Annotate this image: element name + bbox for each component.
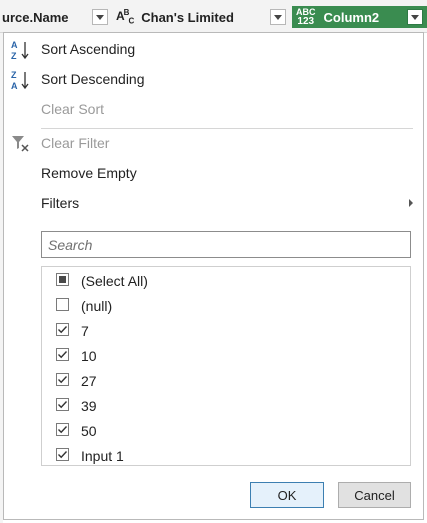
column-header-column2[interactable]: ABC 123 Column2 xyxy=(292,6,427,28)
list-item-label: Input 1 xyxy=(81,447,124,464)
list-item-label: (null) xyxy=(81,297,113,314)
list-item[interactable]: 50 xyxy=(42,418,410,443)
checkbox[interactable] xyxy=(56,448,69,461)
list-item[interactable]: 39 xyxy=(42,393,410,418)
column-header-source-name[interactable]: urce.Name xyxy=(0,6,112,28)
filters-submenu-item[interactable]: Filters xyxy=(4,189,423,217)
type-icon-bottom: 123 xyxy=(297,16,315,27)
list-item[interactable]: 27 xyxy=(42,368,410,393)
sort-ascending-item[interactable]: A Z Sort Ascending xyxy=(4,35,423,63)
svg-text:Z: Z xyxy=(11,51,17,61)
chevron-down-icon xyxy=(411,14,419,20)
checkmark-icon xyxy=(58,326,68,334)
filter-dropdown-button[interactable] xyxy=(92,9,108,25)
remove-empty-label: Remove Empty xyxy=(41,165,137,181)
svg-text:A: A xyxy=(11,40,18,50)
select-all-checkbox[interactable] xyxy=(56,273,69,286)
filters-label: Filters xyxy=(41,195,80,211)
checkbox[interactable] xyxy=(56,298,69,311)
ok-button[interactable]: OK xyxy=(250,482,324,508)
checkmark-icon xyxy=(58,401,68,409)
svg-text:A: A xyxy=(11,81,18,91)
checkbox[interactable] xyxy=(56,423,69,436)
column-header-label: urce.Name xyxy=(2,9,69,25)
list-item-label: 27 xyxy=(81,372,97,389)
clear-sort-item[interactable]: Clear Sort xyxy=(4,95,423,123)
list-item[interactable]: 7 xyxy=(42,318,410,343)
value-checklist[interactable]: (Select All) (null) 7 10 27 39 50 Input … xyxy=(41,266,411,466)
clear-filter-icon xyxy=(12,136,29,152)
clear-sort-label: Clear Sort xyxy=(41,101,105,117)
clear-filter-label: Clear Filter xyxy=(41,135,110,151)
sort-descending-label: Sort Descending xyxy=(41,71,145,87)
chevron-right-icon xyxy=(409,199,413,207)
remove-empty-item[interactable]: Remove Empty xyxy=(4,159,423,187)
column-header-bar: urce.Name ABC Chan's Limited ABC 123 Col… xyxy=(0,0,427,33)
any-type-icon: ABC 123 xyxy=(296,8,316,27)
chevron-down-icon xyxy=(96,14,104,20)
clear-filter-item[interactable]: Clear Filter xyxy=(4,129,423,157)
search-input[interactable] xyxy=(41,231,411,258)
checkmark-icon xyxy=(58,376,68,384)
filter-popup: A Z Sort Ascending Z A Sort Descending C… xyxy=(3,32,424,520)
cancel-button[interactable]: Cancel xyxy=(338,482,411,508)
list-item[interactable]: (null) xyxy=(42,293,410,318)
column-header-chans-limited[interactable]: ABC Chan's Limited xyxy=(116,6,288,28)
filter-dropdown-button[interactable] xyxy=(270,9,286,25)
checkbox[interactable] xyxy=(56,398,69,411)
text-type-icon: ABC xyxy=(116,8,134,26)
sort-ascending-label: Sort Ascending xyxy=(41,41,136,57)
list-item-label: 50 xyxy=(81,422,97,439)
sort-descending-item[interactable]: Z A Sort Descending xyxy=(4,65,423,93)
checkbox[interactable] xyxy=(56,323,69,336)
checkmark-icon xyxy=(58,426,68,434)
checkbox[interactable] xyxy=(56,348,69,361)
sort-descending-icon: Z A xyxy=(11,70,29,91)
list-item[interactable]: 10 xyxy=(42,343,410,368)
list-item[interactable]: (Select All) xyxy=(42,268,410,293)
checkmark-icon xyxy=(58,451,68,459)
sort-ascending-icon: A Z xyxy=(11,40,29,61)
checkbox[interactable] xyxy=(56,373,69,386)
column-header-label: Column2 xyxy=(323,9,380,25)
svg-text:Z: Z xyxy=(11,70,17,80)
list-item-label: 10 xyxy=(81,347,97,364)
column-header-label: Chan's Limited xyxy=(141,9,234,25)
filter-dropdown-button[interactable] xyxy=(407,9,423,25)
list-item[interactable]: Input 1 xyxy=(42,443,410,468)
list-item-label: 39 xyxy=(81,397,97,414)
list-item-label: (Select All) xyxy=(81,272,148,289)
chevron-down-icon xyxy=(274,14,282,20)
checkmark-icon xyxy=(58,351,68,359)
list-item-label: 7 xyxy=(81,322,89,339)
